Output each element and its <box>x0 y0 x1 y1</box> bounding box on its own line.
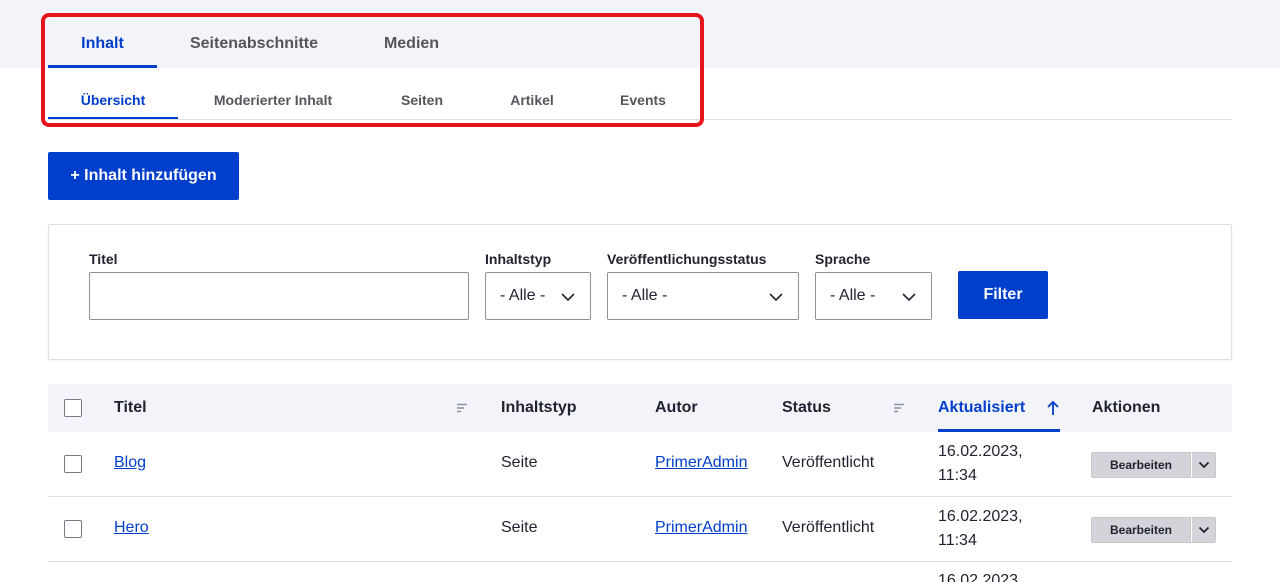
select-all-checkbox[interactable] <box>64 399 82 417</box>
subtab-events[interactable]: Events <box>588 80 698 120</box>
language-filter-label: Sprache <box>815 251 871 267</box>
publish-status-select[interactable]: - Alle - <box>607 272 799 320</box>
row-title-link[interactable]: Blog <box>114 454 146 472</box>
table-header: Titel Inhaltstyp Autor Status Aktualisie… <box>48 384 1232 432</box>
subtab-moderierter-inhalt[interactable]: Moderierter Inhalt <box>178 80 368 120</box>
tab-inhalt[interactable]: Inhalt <box>48 20 157 68</box>
publish-status-select-value: - Alle - <box>622 287 668 304</box>
column-header-content-type: Inhaltstyp <box>501 399 577 416</box>
row-updated-time: 11:34 <box>938 532 977 549</box>
row-content-type: Seite <box>501 454 538 471</box>
column-header-updated[interactable]: Aktualisiert <box>938 384 1025 432</box>
language-select-value: - Alle - <box>830 287 876 304</box>
arrow-up-icon[interactable] <box>1046 400 1060 416</box>
row-author-link[interactable]: PrimerAdmin <box>655 519 747 537</box>
chevron-down-icon <box>1198 526 1209 534</box>
publish-status-filter-label: Veröffentlichungsstatus <box>607 251 767 267</box>
row-updated-date: 16.02.2023, <box>938 443 1023 460</box>
column-header-actions: Aktionen <box>1092 399 1161 416</box>
subtab-artikel[interactable]: Artikel <box>476 80 588 120</box>
row-title-link[interactable]: Hero <box>114 519 149 537</box>
actions-dropdown-toggle[interactable] <box>1191 452 1216 478</box>
row-content-type: Seite <box>501 519 538 536</box>
content-table: Titel Inhaltstyp Autor Status Aktualisie… <box>48 384 1232 582</box>
chevron-down-icon <box>902 293 916 302</box>
row-updated-date: 16.02.2023 <box>938 572 1019 582</box>
column-header-status[interactable]: Status <box>782 384 831 432</box>
sort-lines-icon[interactable] <box>456 402 468 414</box>
row-status: Veröffentlicht <box>782 454 875 471</box>
row-author-link[interactable]: PrimerAdmin <box>655 454 747 472</box>
content-type-select[interactable]: - Alle - <box>485 272 591 320</box>
row-checkbox[interactable] <box>64 455 82 473</box>
filter-panel: Titel Inhaltstyp - Alle - Veröffentlichu… <box>48 224 1232 360</box>
edit-button[interactable]: Bearbeiten <box>1091 452 1191 478</box>
row-updated: 16.02.2023, 11:34 <box>938 440 1038 488</box>
row-actions: Bearbeiten <box>1091 452 1216 478</box>
row-status: Veröffentlicht <box>782 519 875 536</box>
secondary-tabs: Übersicht Moderierter Inhalt Seiten Arti… <box>48 80 698 120</box>
tab-seitenabschnitte[interactable]: Seitenabschnitte <box>157 20 351 68</box>
content-type-select-value: - Alle - <box>500 287 546 304</box>
title-filter-input[interactable] <box>89 272 469 320</box>
table-row: Blog Seite PrimerAdmin Veröffentlicht 16… <box>48 432 1232 497</box>
content-type-filter-label: Inhaltstyp <box>485 251 552 267</box>
sort-lines-icon[interactable] <box>893 402 905 414</box>
row-updated: 16.02.2023, 11:34 <box>938 505 1038 553</box>
actions-dropdown-toggle[interactable] <box>1191 517 1216 543</box>
row-updated-date: 16.02.2023, <box>938 508 1023 525</box>
row-checkbox[interactable] <box>64 520 82 538</box>
subtab-seiten[interactable]: Seiten <box>368 80 476 120</box>
row-actions: Bearbeiten <box>1091 517 1216 543</box>
tab-medien[interactable]: Medien <box>351 20 472 68</box>
chevron-down-icon <box>561 293 575 302</box>
primary-tabs: Inhalt Seitenabschnitte Medien <box>48 20 472 68</box>
column-header-title[interactable]: Titel <box>114 384 147 432</box>
table-row: 16.02.2023 <box>48 562 1232 582</box>
add-content-button[interactable]: + Inhalt hinzufügen <box>48 152 239 200</box>
column-header-author: Autor <box>655 399 698 416</box>
table-row: Hero Seite PrimerAdmin Veröffentlicht 16… <box>48 497 1232 562</box>
edit-button[interactable]: Bearbeiten <box>1091 517 1191 543</box>
filter-submit-button[interactable]: Filter <box>958 271 1048 319</box>
chevron-down-icon <box>769 293 783 302</box>
chevron-down-icon <box>1198 461 1209 469</box>
language-select[interactable]: - Alle - <box>815 272 932 320</box>
subtab-uebersicht[interactable]: Übersicht <box>48 80 178 120</box>
tabs-divider <box>48 119 1232 120</box>
row-updated-time: 11:34 <box>938 467 977 484</box>
title-filter-label: Titel <box>89 251 118 267</box>
